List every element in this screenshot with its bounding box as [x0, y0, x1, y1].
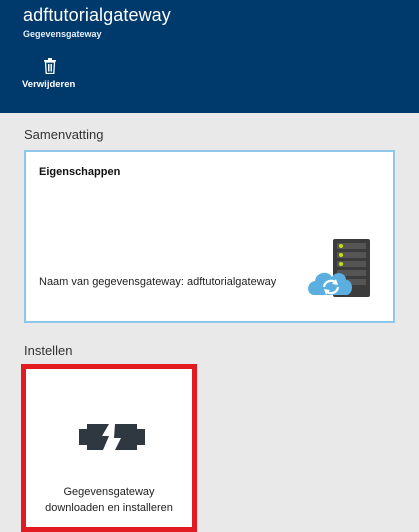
tile-label-line1: Gegevensgateway	[63, 486, 155, 498]
tile-label: Gegevensgateway downloaden en installere…	[26, 484, 192, 516]
gateway-cloud-server-icon	[308, 239, 370, 297]
delete-button[interactable]: Verwijderen	[22, 58, 78, 98]
summary-section-label: Samenvatting	[24, 127, 104, 142]
properties-card-title: Eigenschappen	[39, 166, 121, 178]
blade-subtitle: Gegevensgateway	[23, 29, 102, 39]
settings-section-label: Instellen	[24, 343, 73, 358]
download-install-gateway-tile[interactable]: Gegevensgateway downloaden en installere…	[21, 364, 197, 532]
blade-header: adftutorialgateway Gegevensgateway Verwi…	[0, 0, 419, 113]
gateway-name-property: Naam van gegevensgateway: adftutorialgat…	[39, 276, 277, 288]
properties-card[interactable]: Eigenschappen Naam van gegevensgateway: …	[24, 150, 395, 323]
trash-icon	[44, 58, 56, 74]
tile-label-line2: downloaden en installeren	[45, 502, 173, 514]
blade-title: adftutorialgateway	[23, 5, 171, 25]
plug-connector-icon	[79, 424, 145, 450]
delete-button-label: Verwijderen	[22, 79, 76, 90]
